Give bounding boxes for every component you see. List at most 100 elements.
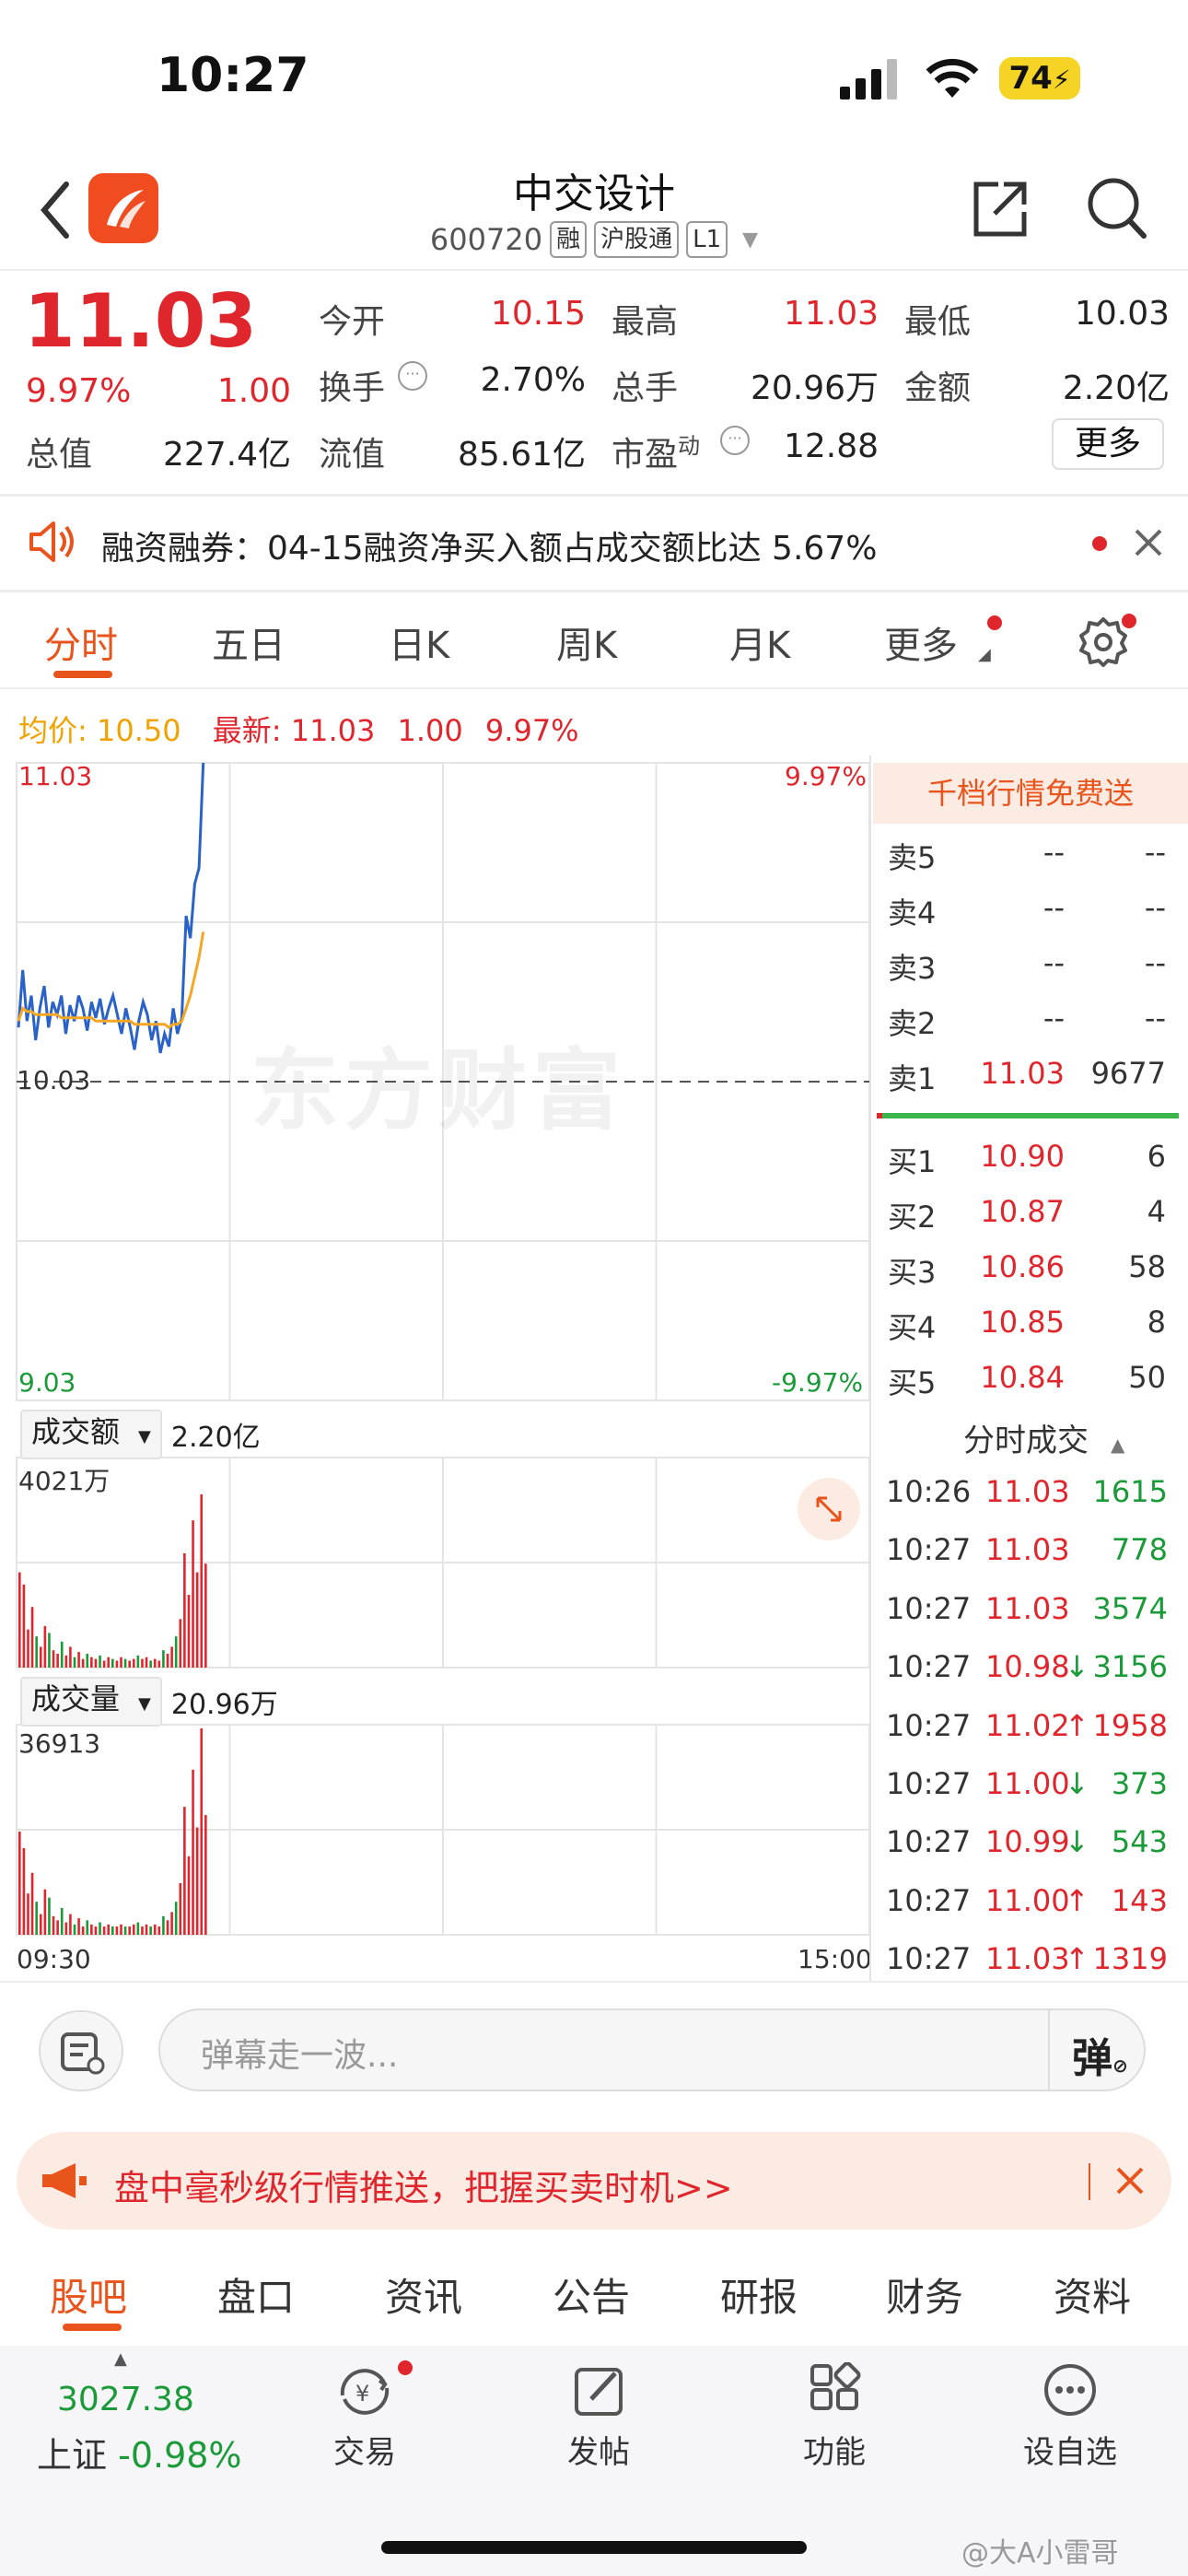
pe-info-icon[interactable]: ··· [720,426,750,455]
trade-row[interactable]: 10:27 11.03 3574 [886,1584,1179,1641]
index-value[interactable]: 3027.38 [57,2381,194,2418]
trade-price: 11.02 [985,1707,1070,1743]
btab-underline [63,2324,122,2331]
nav-functions[interactable]: 功能 [761,2427,908,2472]
btab-research[interactable]: 研报 [720,2266,798,2323]
volume-bar [132,1924,135,1935]
volume-bar [69,1914,72,1935]
tab-five-day[interactable]: 五日 [212,615,285,669]
amount-bar [30,1607,34,1668]
sell-label: 卖4 [888,896,937,931]
trade-row[interactable]: 10:26 11.03 1615 [886,1467,1179,1524]
dropdown-icon[interactable]: ▼ [742,228,758,252]
amount-selector[interactable]: 成交额 ▼ 2.20亿 [20,1410,261,1459]
share-icon[interactable] [967,177,1031,241]
trade-icon[interactable]: ¥ [332,2364,398,2419]
sell-row[interactable]: 卖1 11.03 9677 [888,1047,1179,1102]
amount-bar [187,1595,191,1668]
btab-news[interactable]: 资讯 [385,2266,462,2323]
trade-row[interactable]: 10:27 11.03 778 [886,1525,1179,1582]
buy-row[interactable]: 买5 10.84 50 [888,1351,1179,1406]
sell-label: 卖2 [888,1006,937,1041]
volume-bar [22,1847,26,1935]
price-change-pct: 9.97% [26,372,132,410]
close-icon[interactable] [1133,527,1164,558]
btab-finance[interactable]: 财务 [886,2266,963,2323]
tab-weekly-k[interactable]: 周K [556,615,617,669]
notice-text[interactable]: 融资融券：04-15融资净买入额占成交额比达 5.67% [101,521,877,569]
trade-row[interactable]: 10:27 11.00 ↓ 373 [886,1759,1179,1816]
home-indicator[interactable] [381,2541,807,2554]
amount-bar [120,1657,122,1668]
danmu-toggle-icon[interactable]: 弹⊘ [1072,2025,1128,2084]
trade-row[interactable]: 10:27 10.99 ↓ 543 [886,1817,1179,1874]
sell-row[interactable]: 卖2 -- -- [888,991,1179,1047]
trade-volume: 1958 [1092,1707,1168,1743]
volume-bar [111,1926,114,1935]
more-button[interactable]: 更多 [1052,418,1164,470]
functions-icon[interactable] [807,2361,864,2419]
value-amount: 2.20亿 [1062,369,1170,407]
sell-price: -- [1042,835,1065,870]
expand-icon[interactable] [798,1478,860,1540]
post-icon[interactable] [571,2362,628,2419]
promo-banner[interactable]: 盘中毫秒级行情推送，把握买卖时机>> [17,2132,1171,2230]
turnover-info-icon[interactable]: ··· [398,361,427,391]
nav-post[interactable]: 发帖 [525,2427,672,2472]
time-start: 09:30 [17,1944,91,1974]
amount-bar [153,1658,157,1668]
value-total-volume: 20.96万 [750,369,879,407]
volume-bar [52,1915,55,1935]
trade-row[interactable]: 10:27 11.02 ↑ 1958 [886,1701,1179,1758]
orderbook-divider [869,755,871,1981]
buy-price: 10.86 [980,1249,1065,1284]
buy-row[interactable]: 买4 10.85 8 [888,1295,1179,1351]
sell-price: 11.03 [980,1056,1065,1091]
volume-button[interactable]: 成交量 ▼ [20,1677,162,1727]
trade-price: 11.03 [985,1532,1070,1568]
nav-watchlist[interactable]: 设自选 [996,2427,1144,2472]
promo-divider [1089,2163,1090,2200]
tab-intraday[interactable]: 分时 [44,615,118,669]
trade-row[interactable]: 10:27 11.00 ↑ 143 [886,1876,1179,1933]
tab-daily-k[interactable]: 日K [389,615,449,669]
tab-more[interactable]: 更多 [884,615,958,669]
buy-row[interactable]: 买3 10.86 58 [888,1240,1179,1295]
sell-row[interactable]: 卖4 -- -- [888,881,1179,936]
trade-time: 10:27 [886,1649,972,1685]
buy-row[interactable]: 买2 10.87 4 [888,1185,1179,1240]
intraday-chart[interactable] [0,755,875,1981]
nav-trade[interactable]: 交易 [291,2427,438,2472]
amount-button[interactable]: 成交额 ▼ [20,1410,162,1459]
buy-volume: 4 [1147,1194,1166,1229]
buy-label: 买3 [888,1255,937,1290]
trade-time: 10:27 [886,1707,972,1743]
amount-bar [60,1641,64,1668]
tab-monthly-k[interactable]: 月K [729,615,790,669]
speaker-icon [26,518,77,566]
sell-row[interactable]: 卖3 -- -- [888,936,1179,991]
comment-input[interactable]: 弹幕走一波... 弹⊘ [158,2008,1146,2091]
trades-title[interactable]: 分时成交 ▲ [963,1415,1124,1460]
volume-selector[interactable]: 成交量 ▼ 20.96万 [20,1677,278,1727]
btab-handicap[interactable]: 盘口 [217,2266,295,2323]
watchlist-icon[interactable] [1042,2362,1100,2419]
promo-close-icon[interactable] [1114,2165,1146,2196]
amount-value: 2.20亿 [170,1422,261,1454]
amount-bar [43,1625,47,1668]
orderbook-banner[interactable]: 千档行情免费送 [873,763,1188,824]
buy-row[interactable]: 买1 10.90 6 [888,1130,1179,1185]
btab-announcement[interactable]: 公告 [553,2266,630,2323]
volume-bar [179,1883,182,1935]
comment-placeholder: 弹幕走一波... [201,2037,399,2075]
index-row[interactable]: 上证 -0.98% [37,2427,242,2477]
search-icon[interactable] [1085,175,1149,241]
volume-bar [27,1893,29,1935]
comment-list-icon[interactable] [39,2010,123,2091]
trade-row[interactable]: 10:27 10.98 ↓ 3156 [886,1642,1179,1699]
btab-profile[interactable]: 资料 [1054,2266,1131,2323]
status-time: 10:27 [157,48,309,103]
sell-row[interactable]: 卖5 -- -- [888,825,1179,881]
buy-volume: 8 [1147,1305,1166,1340]
btab-forum[interactable]: 股吧 [50,2266,127,2323]
